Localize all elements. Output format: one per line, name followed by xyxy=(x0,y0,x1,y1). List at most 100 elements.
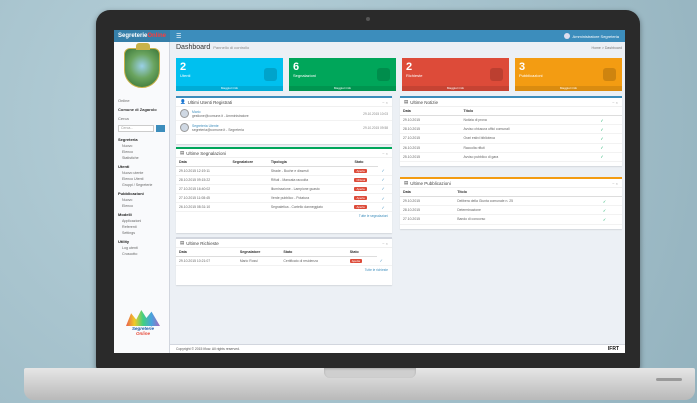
column-header[interactable]: Data xyxy=(400,188,455,197)
column-header[interactable]: Data xyxy=(400,107,461,116)
status-badge: Aperta xyxy=(354,205,367,210)
cell-action[interactable]: ✓ xyxy=(597,152,622,162)
list-item[interactable]: Segreteria Utente segreteria@comune.it - … xyxy=(176,121,392,135)
cell-action[interactable]: ✓ xyxy=(597,133,622,144)
table-row[interactable]: 29.10.2015 Delibera della Giunta comunale… xyxy=(400,196,622,207)
reports-more-link[interactable]: Tutte le segnalazioni xyxy=(176,212,392,220)
cell-action[interactable]: ✓ xyxy=(597,115,622,126)
cell-action[interactable]: ✓ xyxy=(376,256,392,266)
column-header[interactable]: Segnalatore xyxy=(229,158,268,167)
box-tools-icon[interactable]: − × xyxy=(382,241,388,246)
column-header[interactable]: Tipologia xyxy=(267,158,352,167)
cell-action[interactable]: ✓ xyxy=(378,166,392,176)
sidebar-section-0[interactable]: Segreteria xyxy=(114,134,169,143)
cell-action[interactable]: ✓ xyxy=(599,214,622,225)
cell-action[interactable]: ✓ xyxy=(599,196,622,207)
check-icon[interactable]: ✓ xyxy=(600,127,603,132)
logo-text-b: Online xyxy=(135,331,150,336)
column-header[interactable]: Segnalatore xyxy=(236,248,281,257)
check-icon[interactable]: ✓ xyxy=(380,258,383,263)
search-button[interactable] xyxy=(156,125,165,132)
stat-tile[interactable]: 3 Pubblicazioni Maggiori info xyxy=(515,58,622,91)
breadcrumb[interactable]: Home > Dashboard xyxy=(592,46,622,50)
brand-logo[interactable]: Segreterie Online xyxy=(114,30,170,42)
column-header[interactable]: Titolo xyxy=(460,107,598,116)
box-tools-icon[interactable]: − × xyxy=(612,181,618,186)
stat-tile[interactable]: 6 Segnalazioni Maggiori info xyxy=(289,58,396,91)
stat-tile[interactable]: 2 Richieste Maggiori info xyxy=(402,58,509,91)
tile-icon xyxy=(603,68,616,81)
cell-action[interactable]: ✓ xyxy=(597,124,622,135)
cell-type: Segnaletica - Cartello danneggiato xyxy=(267,202,352,213)
table-row[interactable]: 26.10.2015 Raccolta rifiuti ✓ xyxy=(400,143,622,153)
check-icon[interactable]: ✓ xyxy=(603,217,606,222)
stat-tile[interactable]: 2 Utenti Maggiori info xyxy=(176,58,283,91)
table-row[interactable]: 28.10.2015 Determinazione ✓ xyxy=(400,205,622,216)
box-tools-icon[interactable]: − × xyxy=(612,100,618,105)
laptop-indicator xyxy=(656,378,682,381)
cell-action[interactable]: ✓ xyxy=(378,184,392,195)
publications-box-title: Ultime Pubblicazioni xyxy=(410,180,451,186)
check-icon[interactable]: ✓ xyxy=(603,208,606,213)
table-row[interactable]: 29.10.2015 12:19:11 Strade - Buche e diss… xyxy=(176,166,392,176)
table-row[interactable]: 28.10.2015 Avviso chiusura uffici comunal… xyxy=(400,124,622,135)
cell-action[interactable]: ✓ xyxy=(378,193,392,204)
table-row[interactable]: 29.10.2015 Notizia di prova ✓ xyxy=(400,115,622,126)
check-icon[interactable]: ✓ xyxy=(381,196,384,201)
table-row[interactable]: 27.10.2015 16:40:02 Illuminazione - Lampi… xyxy=(176,184,392,195)
user-menu[interactable]: Amministratore Segreteria xyxy=(563,33,619,39)
check-icon[interactable]: ✓ xyxy=(381,168,384,173)
table-row[interactable]: 26.10.2015 08:31:10 Segnaletica - Cartell… xyxy=(176,202,392,213)
cell-who xyxy=(229,166,268,176)
list-item[interactable]: Mario gestione@comune.it - Amministratore… xyxy=(176,107,392,121)
table-row[interactable]: 27.10.2015 Bando di concorso ✓ xyxy=(400,214,622,225)
sidebar-section-1[interactable]: Utenti xyxy=(114,161,169,170)
column-header[interactable]: Stato xyxy=(280,248,347,257)
cell-who xyxy=(229,184,268,195)
check-icon[interactable]: ✓ xyxy=(381,186,384,191)
column-header[interactable]: Titolo xyxy=(454,188,600,197)
sidebar-section-2[interactable]: Pubblicazioni xyxy=(114,188,169,197)
cell-title: Delibera della Giunta comunale n. 25 xyxy=(454,196,600,207)
check-icon[interactable]: ✓ xyxy=(381,177,384,182)
sidebar-section-4[interactable]: Utility xyxy=(114,236,169,245)
table-row[interactable]: 28.10.2015 09:15:22 Rifiuti - Mancata rac… xyxy=(176,175,392,185)
table-row[interactable]: 27.10.2015 Orari estivi biblioteca ✓ xyxy=(400,133,622,144)
check-icon[interactable]: ✓ xyxy=(600,118,603,123)
cell-action[interactable]: ✓ xyxy=(378,202,392,213)
menu-toggle-icon[interactable]: ☰ xyxy=(176,33,181,40)
rainbow-logo-icon xyxy=(126,310,160,326)
table-row[interactable]: 25.10.2015 Avviso pubblico di gara ✓ xyxy=(400,152,622,162)
tile-icon xyxy=(264,68,277,81)
tile-more-link[interactable]: Maggiori info xyxy=(402,86,509,91)
check-icon[interactable]: ✓ xyxy=(603,199,606,204)
users-box-title: Ultimi Utenti Registrati xyxy=(187,99,233,105)
requests-table: Data Segnalatore Stato Stato 29.10.2015 10:2… xyxy=(176,248,392,266)
check-icon[interactable]: ✓ xyxy=(600,154,603,159)
cell-date: 26.10.2015 08:31:10 xyxy=(176,202,230,213)
tile-more-link[interactable]: Maggiori info xyxy=(515,86,622,91)
check-icon[interactable]: ✓ xyxy=(600,145,603,150)
sidebar-item[interactable]: Cruscotto xyxy=(114,251,169,257)
column-header[interactable]: Data xyxy=(176,158,230,167)
cell-action[interactable]: ✓ xyxy=(599,205,622,216)
sidebar-section-3[interactable]: Modelli xyxy=(114,209,169,218)
tile-more-link[interactable]: Maggiori info xyxy=(176,86,283,91)
status-badge: Aperta xyxy=(349,258,362,263)
requests-more-link[interactable]: Tutte le richieste xyxy=(176,266,392,274)
column-header[interactable]: Data xyxy=(176,248,237,257)
municipal-crest-logo xyxy=(123,43,160,88)
box-tools-icon[interactable]: − × xyxy=(382,100,388,105)
column-header[interactable]: Stato xyxy=(346,248,377,257)
table-row[interactable]: 27.10.2015 11:08:45 Verde pubblico - Pota… xyxy=(176,193,392,204)
table-row[interactable]: 29.10.2015 10:21:07 Mario Rossi Certificat… xyxy=(176,256,392,266)
check-icon[interactable]: ✓ xyxy=(600,136,603,141)
tile-more-link[interactable]: Maggiori info xyxy=(289,86,396,91)
cell-action[interactable]: ✓ xyxy=(597,143,622,153)
check-icon[interactable]: ✓ xyxy=(381,205,384,210)
search-input[interactable]: Cerca... xyxy=(118,125,154,132)
cell-action[interactable]: ✓ xyxy=(378,175,392,185)
column-header[interactable]: Stato xyxy=(351,158,379,167)
box-tools-icon[interactable]: − × xyxy=(382,151,388,156)
main-content: Dashboard Pannello di controllo Home > Da… xyxy=(176,44,622,285)
